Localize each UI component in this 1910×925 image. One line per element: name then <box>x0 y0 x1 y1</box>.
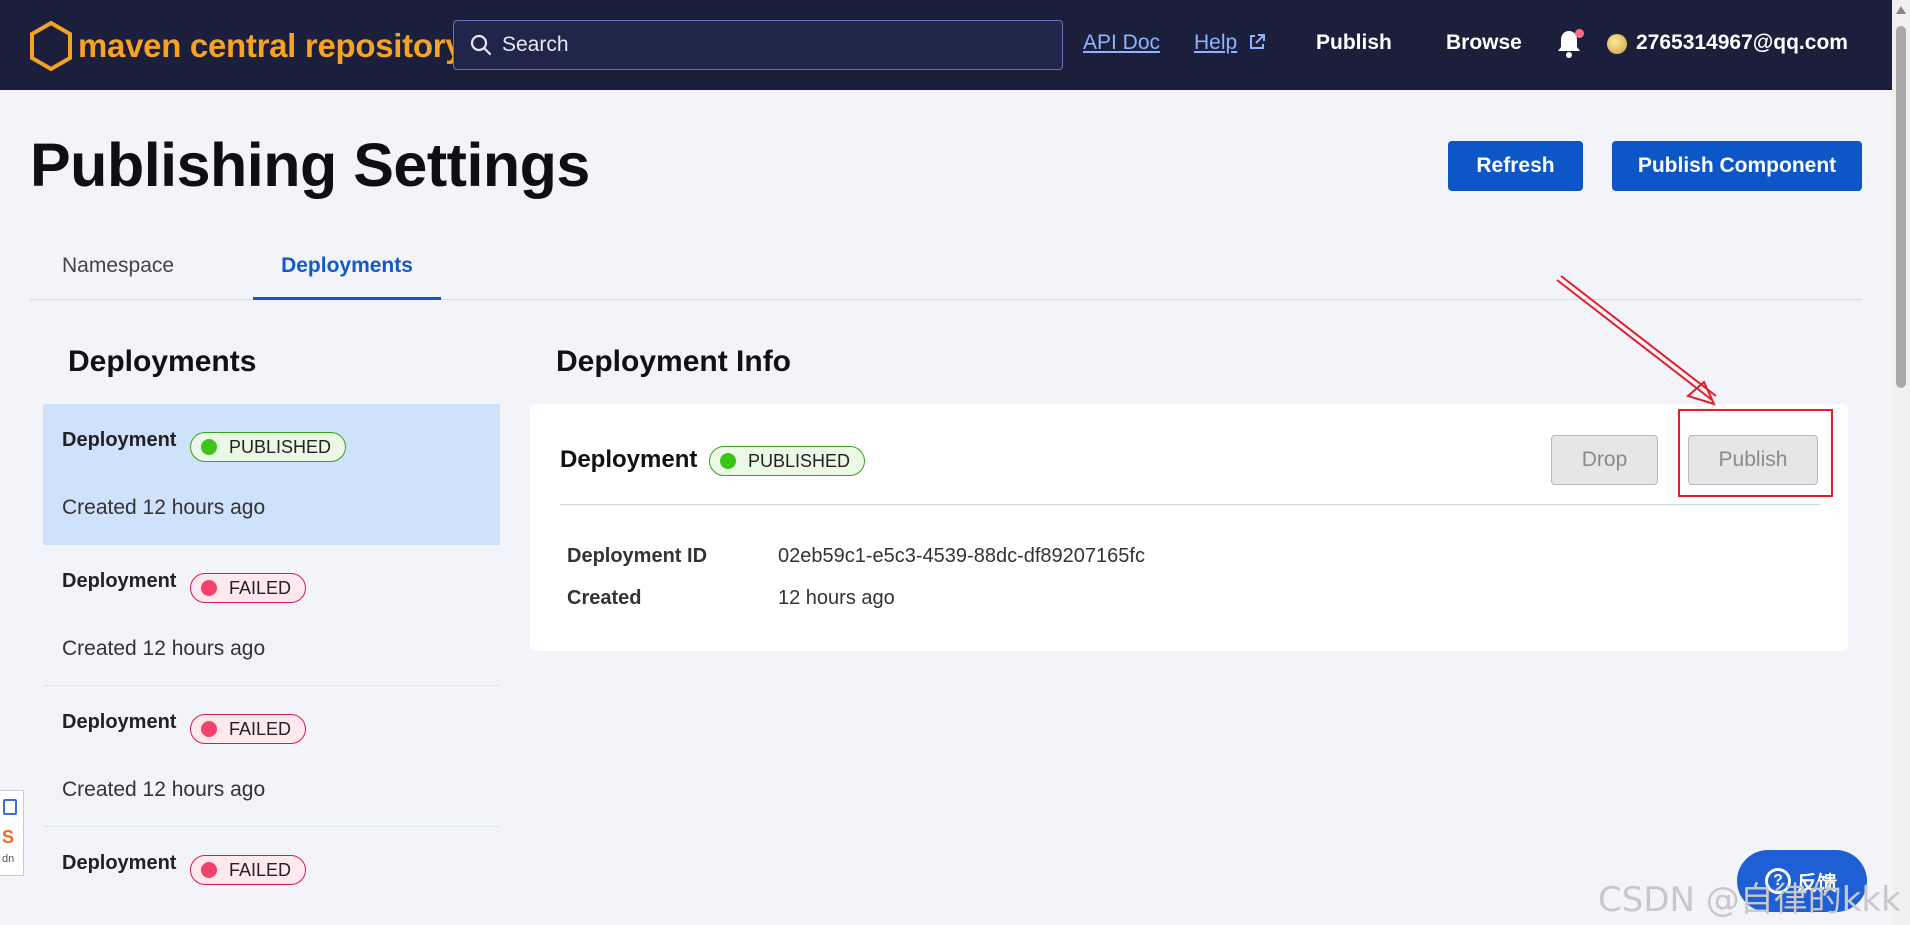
maven-logo[interactable]: maven central repository <box>28 20 464 72</box>
status-badge-label: FAILED <box>229 718 292 739</box>
status-badge: PUBLISHED <box>190 432 347 462</box>
list-item[interactable]: Deployment FAILED Created 12 hours ago <box>43 686 500 827</box>
side-widget-glyph-icon: dn <box>2 853 15 865</box>
maven-hexagon-icon <box>30 20 72 72</box>
external-link-icon <box>1250 34 1265 49</box>
scroll-up-arrow-icon[interactable] <box>1896 6 1906 14</box>
deployment-created: Created 12 hours ago <box>62 778 266 801</box>
deployment-name: Deployment <box>62 852 177 874</box>
side-toolbar-widget[interactable]: S dn <box>0 790 24 876</box>
active-tab-indicator <box>253 297 441 300</box>
status-badge: PUBLISHED <box>709 446 866 476</box>
search-input[interactable] <box>502 33 1042 57</box>
card-divider <box>560 504 1820 505</box>
api-doc-link[interactable]: API Doc <box>1083 31 1160 55</box>
status-badge-label: FAILED <box>229 859 292 880</box>
deployment-name: Deployment <box>62 711 177 733</box>
refresh-button[interactable]: Refresh <box>1448 141 1583 191</box>
watermark: CSDN @自律的kkk <box>1598 880 1901 920</box>
status-dot-icon <box>720 453 736 469</box>
s-logo-icon: S <box>2 827 15 847</box>
deployment-created: Created 12 hours ago <box>62 496 266 519</box>
status-dot-icon <box>201 862 217 878</box>
notification-dot <box>1575 29 1584 38</box>
help-link[interactable]: Help <box>1194 31 1237 55</box>
deployment-id-value: 02eb59c1-e5c3-4539-88dc-df89207165fc <box>778 545 1145 567</box>
created-value: 12 hours ago <box>778 587 895 609</box>
search-box[interactable] <box>453 20 1063 70</box>
publish-component-button[interactable]: Publish Component <box>1612 141 1862 191</box>
annotation-highlight-box <box>1678 409 1833 497</box>
status-badge: FAILED <box>190 714 307 744</box>
status-dot-icon <box>201 580 217 596</box>
status-badge: FAILED <box>190 855 307 885</box>
drop-button[interactable]: Drop <box>1551 435 1658 485</box>
document-icon <box>3 799 17 815</box>
nav-browse[interactable]: Browse <box>1446 31 1522 55</box>
list-item[interactable]: Deployment FAILED <box>43 827 500 925</box>
page-scrollbar[interactable] <box>1892 0 1910 925</box>
status-dot-icon <box>201 439 217 455</box>
deployment-created: Created 12 hours ago <box>62 637 266 660</box>
status-dot-icon <box>201 721 217 737</box>
card-deployment-name: Deployment <box>560 446 698 473</box>
deployment-info-heading: Deployment Info <box>556 345 792 378</box>
logo-text: maven central repository <box>78 27 464 64</box>
list-item[interactable]: Deployment PUBLISHED Created 12 hours ag… <box>43 404 500 545</box>
annotation-arrow-icon <box>1556 275 1717 406</box>
tab-deployments[interactable]: Deployments <box>253 254 441 278</box>
status-badge-label: FAILED <box>229 577 292 598</box>
status-badge: FAILED <box>190 573 307 603</box>
page-title: Publishing Settings <box>30 131 590 199</box>
user-email[interactable]: 2765314967@qq.com <box>1636 31 1848 55</box>
deployment-name: Deployment <box>62 570 177 592</box>
help-link-label: Help <box>1194 31 1238 54</box>
status-badge-label: PUBLISHED <box>748 450 851 471</box>
created-label: Created <box>567 587 642 609</box>
deployment-info-card: Deployment PUBLISHED Drop Publish Deploy… <box>530 404 1848 651</box>
tab-namespace[interactable]: Namespace <box>62 254 174 278</box>
scroll-thumb[interactable] <box>1896 26 1906 388</box>
deployment-id-label: Deployment ID <box>567 545 708 567</box>
avatar[interactable] <box>1607 34 1627 54</box>
search-icon <box>470 34 492 56</box>
nav-publish[interactable]: Publish <box>1316 31 1392 55</box>
deployment-name: Deployment <box>62 429 177 451</box>
list-item[interactable]: Deployment FAILED Created 12 hours ago <box>43 545 500 686</box>
status-badge-label: PUBLISHED <box>229 436 332 457</box>
top-navbar: maven central repository API Doc Help Pu… <box>0 0 1892 90</box>
deployments-heading: Deployments <box>68 345 257 378</box>
